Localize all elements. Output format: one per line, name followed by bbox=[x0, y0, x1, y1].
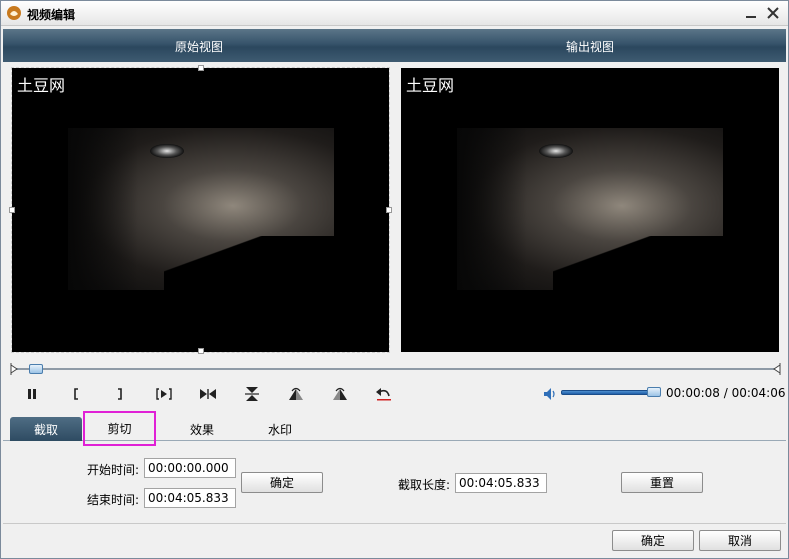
split-button[interactable] bbox=[197, 383, 219, 405]
undo-icon bbox=[376, 388, 391, 401]
tab-watermark[interactable]: 水印 bbox=[245, 417, 315, 441]
ok-button[interactable]: 确定 bbox=[612, 530, 694, 551]
cancel-button[interactable]: 取消 bbox=[699, 530, 781, 551]
frame-shadow bbox=[457, 128, 527, 290]
edit-tabs: 截取 剪切 效果 水印 bbox=[3, 411, 786, 446]
crop-handle-right[interactable] bbox=[386, 207, 392, 213]
window-title: 视频编辑 bbox=[27, 8, 76, 22]
rotate-right-icon bbox=[289, 387, 303, 400]
frame-detail-hair bbox=[553, 236, 723, 290]
trim-panel: 开始时间: 00:00:00.000 结束时间: 00:04:05.833 确定… bbox=[3, 442, 786, 524]
tab-effects[interactable]: 效果 bbox=[167, 417, 237, 441]
tab-cut[interactable]: 剪切 bbox=[83, 411, 156, 446]
playback-time: 00:00:08 / 00:04:06 bbox=[666, 386, 786, 400]
mark-in-icon bbox=[74, 388, 78, 400]
end-time-field[interactable]: 00:04:05.833 bbox=[144, 488, 236, 508]
original-view-label: 原始视图 bbox=[175, 40, 224, 54]
trim-length-field[interactable]: 00:04:05.833 bbox=[455, 473, 547, 493]
frame-detail-eye bbox=[539, 144, 573, 158]
frame-detail-hair bbox=[164, 236, 334, 290]
timeline-end-marker-icon[interactable] bbox=[773, 363, 781, 375]
flip-vertical-button[interactable] bbox=[241, 383, 263, 405]
reset-button[interactable]: 重置 bbox=[621, 472, 703, 493]
rotate-left-icon bbox=[333, 387, 347, 400]
volume-slider[interactable] bbox=[561, 390, 659, 395]
start-time-field[interactable]: 00:00:00.000 bbox=[144, 458, 236, 478]
frame-shadow bbox=[68, 128, 138, 290]
confirm-time-button[interactable]: 确定 bbox=[241, 472, 323, 493]
tudou-watermark: 土豆网 bbox=[17, 76, 66, 95]
rotate-right-button[interactable] bbox=[285, 383, 307, 405]
volume-thumb[interactable] bbox=[647, 387, 661, 397]
timeline-track bbox=[14, 368, 778, 370]
pause-icon bbox=[28, 389, 36, 399]
crop-handle-left[interactable] bbox=[9, 207, 15, 213]
start-time-label: 开始时间: bbox=[87, 463, 140, 477]
undo-button[interactable] bbox=[373, 383, 395, 405]
play-segment-button[interactable] bbox=[153, 383, 175, 405]
frame-detail-eye bbox=[150, 144, 184, 158]
app-logo-icon bbox=[7, 6, 21, 20]
trim-length-label: 截取长度: bbox=[398, 478, 451, 492]
original-video-preview[interactable]: 土豆网 bbox=[11, 67, 390, 353]
video-frame bbox=[68, 128, 334, 290]
video-frame bbox=[457, 128, 723, 290]
pause-button[interactable] bbox=[21, 383, 43, 405]
play-segment-icon bbox=[156, 388, 172, 400]
timeline-start-marker-icon[interactable] bbox=[10, 363, 18, 375]
mark-in-button[interactable] bbox=[65, 383, 87, 405]
crop-handle-bottom[interactable] bbox=[198, 348, 204, 354]
view-header: 原始视图 输出视图 bbox=[3, 29, 786, 62]
volume-icon[interactable] bbox=[543, 387, 557, 401]
flip-vertical-icon bbox=[245, 387, 259, 401]
mark-out-icon bbox=[118, 388, 122, 400]
minimize-icon[interactable] bbox=[743, 5, 759, 21]
output-view-label: 输出视图 bbox=[566, 40, 615, 54]
close-icon[interactable] bbox=[765, 5, 781, 21]
tudou-watermark: 土豆网 bbox=[406, 76, 455, 95]
tab-trim[interactable]: 截取 bbox=[10, 417, 82, 441]
video-edit-dialog: 视频编辑 原始视图 输出视图 土豆网 土豆网 00:00:08 / 00:04:… bbox=[0, 0, 789, 559]
mark-out-button[interactable] bbox=[109, 383, 131, 405]
rotate-left-button[interactable] bbox=[329, 383, 351, 405]
title-bar: 视频编辑 bbox=[1, 1, 788, 26]
timeline-slider[interactable] bbox=[10, 363, 782, 375]
timeline-thumb[interactable] bbox=[29, 364, 44, 374]
end-time-label: 结束时间: bbox=[87, 493, 140, 507]
output-video-preview: 土豆网 bbox=[401, 68, 779, 352]
split-icon bbox=[200, 389, 216, 399]
crop-handle-top[interactable] bbox=[198, 65, 204, 71]
